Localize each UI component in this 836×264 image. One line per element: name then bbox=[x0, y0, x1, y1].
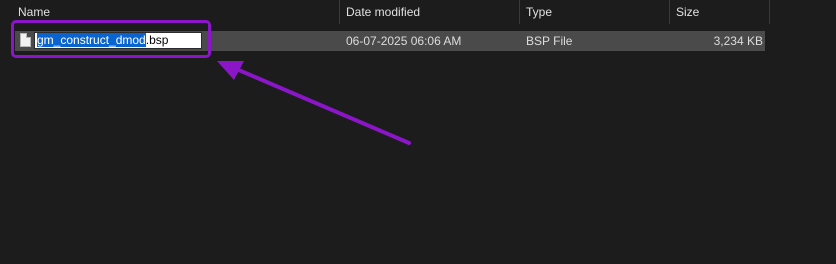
file-explorer-view: Name ^ Date modified Type Size gm_constr… bbox=[0, 0, 836, 264]
column-header-type-label: Type bbox=[526, 5, 553, 19]
file-size: 3,234 KB bbox=[713, 34, 763, 48]
column-header-name-label: Name bbox=[18, 5, 51, 19]
sort-ascending-icon: ^ bbox=[170, 0, 175, 6]
column-header-type[interactable]: Type bbox=[520, 0, 669, 24]
column-divider[interactable] bbox=[769, 0, 770, 24]
column-header-date-label: Date modified bbox=[346, 5, 421, 19]
column-header-size-label: Size bbox=[676, 5, 700, 19]
file-date-modified: 06-07-2025 06:06 AM bbox=[346, 34, 462, 48]
column-header-date-modified[interactable]: Date modified bbox=[340, 0, 519, 24]
file-type: BSP File bbox=[526, 34, 573, 48]
annotation-highlight-box bbox=[11, 20, 211, 58]
column-header-size[interactable]: Size bbox=[670, 0, 769, 24]
